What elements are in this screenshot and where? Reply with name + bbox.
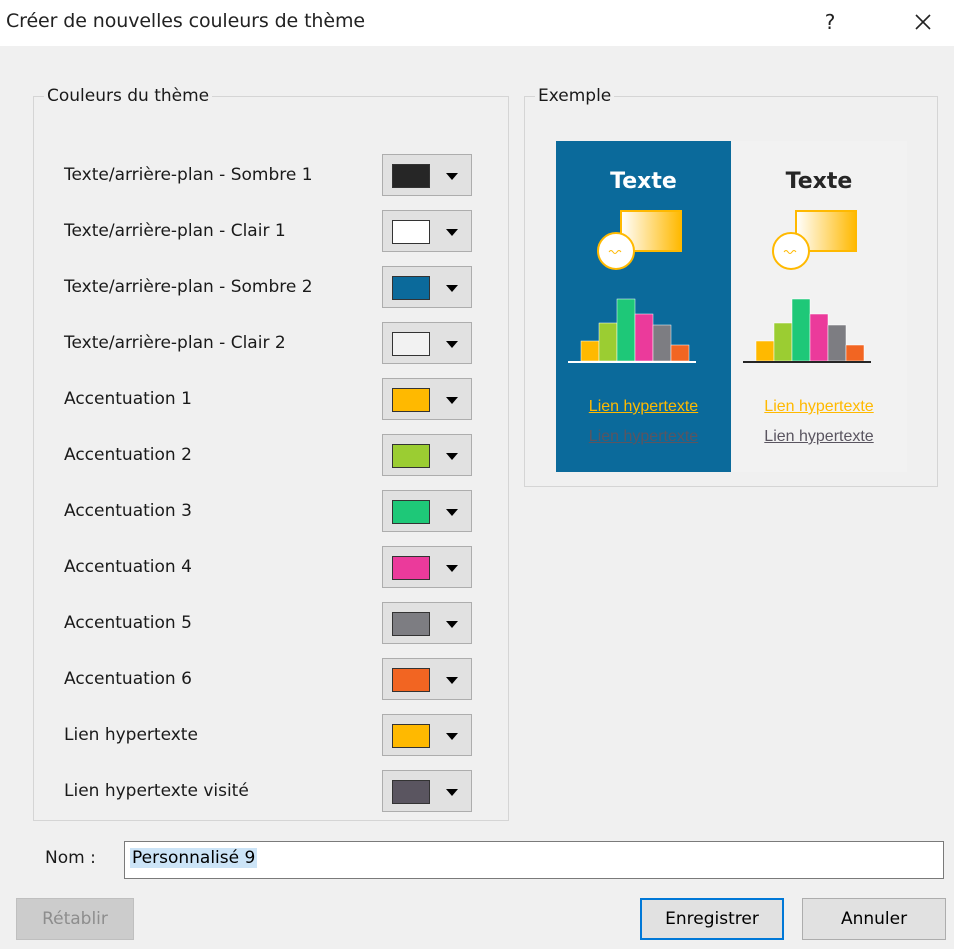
color-row: Texte/arrière-plan - Clair 1 — [34, 210, 508, 256]
color-picker-button[interactable] — [382, 434, 472, 476]
preview-circle-shape — [772, 232, 810, 270]
preview-dark-link: Lien hypertexte — [588, 398, 699, 415]
dropdown-arrow-icon — [446, 621, 458, 628]
preview-bar — [773, 322, 793, 362]
dropdown-arrow-icon — [446, 565, 458, 572]
color-label: Accentuation 2 — [64, 445, 192, 465]
preview-dark-panel: Texte Lien hypertexte Lien hypertexte — [556, 141, 731, 472]
title-bar: Créer de nouvelles couleurs de thème ? — [0, 0, 954, 46]
color-label: Texte/arrière-plan - Sombre 2 — [64, 277, 313, 297]
preview-light-link: Lien hypertexte — [764, 398, 874, 415]
dropdown-arrow-icon — [446, 341, 458, 348]
color-label: Texte/arrière-plan - Sombre 1 — [64, 165, 313, 185]
preview-bar — [845, 344, 865, 362]
dropdown-arrow-icon — [446, 173, 458, 180]
color-picker-button[interactable] — [382, 154, 472, 196]
color-row: Texte/arrière-plan - Sombre 2 — [34, 266, 508, 312]
color-picker-button[interactable] — [382, 658, 472, 700]
color-label: Accentuation 3 — [64, 501, 192, 521]
preview-bar — [809, 313, 829, 362]
theme-colors-group: Couleurs du thème Texte/arrière-plan - S… — [33, 86, 509, 821]
preview-circle-shape — [597, 232, 635, 270]
close-button[interactable] — [905, 4, 941, 40]
theme-colors-legend: Couleurs du thème — [47, 86, 210, 106]
name-label: Nom : — [45, 848, 96, 868]
color-label: Accentuation 1 — [64, 389, 192, 409]
color-row: Accentuation 4 — [34, 546, 508, 592]
save-button[interactable]: Enregistrer — [640, 898, 784, 940]
theme-preview: Texte Lien hypertexte Lien hypertexte Te… — [556, 141, 907, 472]
color-row: Accentuation 2 — [34, 434, 508, 480]
dropdown-arrow-icon — [446, 509, 458, 516]
sample-legend: Exemple — [538, 86, 612, 106]
dialog-body: Couleurs du thème Texte/arrière-plan - S… — [0, 46, 954, 949]
preview-bar — [827, 324, 847, 362]
color-swatch — [392, 220, 430, 244]
dropdown-arrow-icon — [446, 677, 458, 684]
color-swatch — [392, 332, 430, 356]
color-row: Accentuation 6 — [34, 658, 508, 704]
preview-dark-graphic — [568, 210, 696, 363]
color-swatch — [392, 444, 430, 468]
color-label: Accentuation 6 — [64, 669, 192, 689]
name-input[interactable]: Personnalisé 9 — [124, 841, 944, 879]
color-picker-button[interactable] — [382, 546, 472, 588]
preview-bar — [670, 344, 690, 362]
dropdown-arrow-icon — [446, 453, 458, 460]
dropdown-arrow-icon — [446, 229, 458, 236]
preview-bar — [616, 298, 636, 362]
color-label: Lien hypertexte visité — [64, 781, 249, 801]
name-input-value: Personnalisé 9 — [130, 848, 258, 868]
color-label: Accentuation 5 — [64, 613, 192, 633]
color-swatch — [392, 556, 430, 580]
preview-bar — [598, 322, 618, 362]
color-swatch — [392, 164, 430, 188]
preview-light-graphic — [743, 210, 871, 363]
color-swatch — [392, 276, 430, 300]
color-label: Lien hypertexte — [64, 725, 198, 745]
color-picker-button[interactable] — [382, 770, 472, 812]
preview-bar — [791, 298, 811, 362]
color-picker-button[interactable] — [382, 490, 472, 532]
dropdown-arrow-icon — [446, 285, 458, 292]
color-row: Accentuation 5 — [34, 602, 508, 648]
preview-bar — [634, 313, 654, 362]
preview-bar — [755, 340, 775, 362]
preview-bar — [652, 324, 672, 362]
dropdown-arrow-icon — [446, 397, 458, 404]
color-swatch — [392, 780, 430, 804]
reset-button[interactable]: Rétablir — [16, 898, 134, 940]
color-row: Lien hypertexte visité — [34, 770, 508, 816]
color-row: Lien hypertexte — [34, 714, 508, 760]
color-label: Texte/arrière-plan - Clair 2 — [64, 333, 286, 353]
color-picker-button[interactable] — [382, 266, 472, 308]
sample-group: Exemple Texte Lien hypertexte Lien hyper… — [524, 86, 938, 487]
color-picker-button[interactable] — [382, 714, 472, 756]
preview-bar — [580, 340, 600, 362]
help-button[interactable]: ? — [815, 4, 845, 40]
color-row: Accentuation 1 — [34, 378, 508, 424]
close-icon — [915, 14, 931, 30]
color-picker-button[interactable] — [382, 378, 472, 420]
color-row: Texte/arrière-plan - Sombre 1 — [34, 154, 508, 200]
color-swatch — [392, 388, 430, 412]
cancel-button[interactable]: Annuler — [802, 898, 946, 940]
dropdown-arrow-icon — [446, 789, 458, 796]
preview-light-visited-link: Lien hypertexte — [764, 428, 874, 445]
color-row: Texte/arrière-plan - Clair 2 — [34, 322, 508, 368]
color-swatch — [392, 612, 430, 636]
color-swatch — [392, 500, 430, 524]
preview-dark-visited-link: Lien hypertexte — [588, 428, 699, 445]
dialog-title: Créer de nouvelles couleurs de thème — [6, 10, 365, 32]
color-label: Texte/arrière-plan - Clair 1 — [64, 221, 286, 241]
color-swatch — [392, 668, 430, 692]
color-row: Accentuation 3 — [34, 490, 508, 536]
color-picker-button[interactable] — [382, 602, 472, 644]
dropdown-arrow-icon — [446, 733, 458, 740]
preview-light-panel: Texte Lien hypertexte Lien hypertexte — [731, 141, 907, 472]
color-picker-button[interactable] — [382, 322, 472, 364]
color-picker-button[interactable] — [382, 210, 472, 252]
color-swatch — [392, 724, 430, 748]
color-label: Accentuation 4 — [64, 557, 192, 577]
